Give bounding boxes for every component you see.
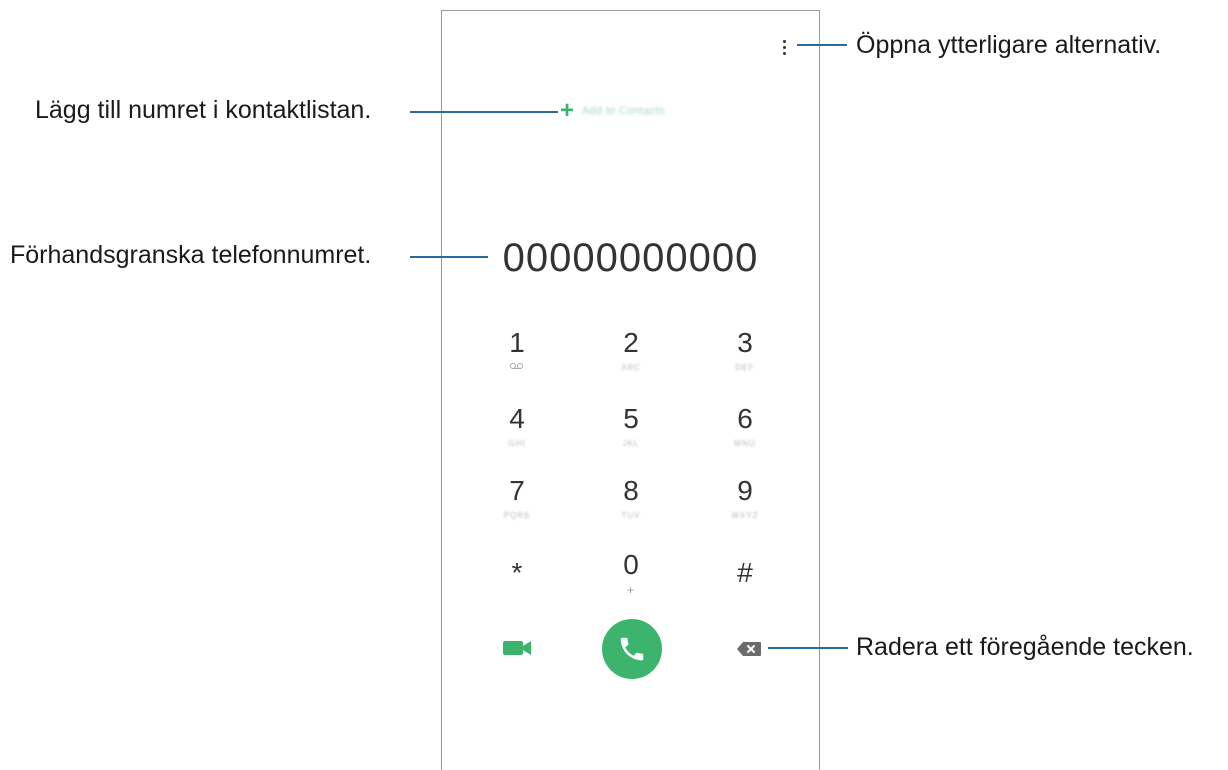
video-call-icon[interactable] (502, 638, 534, 658)
callout-more-options: Öppna ytterligare alternativ. (856, 31, 1162, 59)
key-0[interactable]: 0 + (586, 549, 676, 598)
key-digit: 0 (623, 549, 639, 580)
key-8[interactable]: 8 TUV (586, 477, 676, 521)
callout-delete-char: Radera ett föregående tecken. (856, 633, 1194, 661)
key-digit: 2 (623, 327, 639, 358)
add-to-contacts-label: Add to Contacts (582, 105, 665, 117)
key-letters: WXYZ (731, 511, 759, 520)
key-letters: + (626, 583, 635, 597)
key-star[interactable]: * (472, 559, 562, 587)
backspace-icon[interactable] (736, 641, 762, 657)
key-letters: TUV (621, 511, 641, 520)
callout-add-contact: Lägg till numret i kontaktlistan. (35, 96, 372, 124)
callout-line-add (410, 111, 558, 113)
number-display: 00000000000 (502, 236, 759, 280)
key-9[interactable]: 9 WXYZ (700, 477, 790, 521)
key-letters: ABC (621, 363, 641, 372)
callout-line-preview (410, 256, 488, 258)
key-digit: 1 (509, 327, 525, 358)
key-digit: 7 (509, 475, 525, 506)
key-digit: 9 (737, 475, 753, 506)
plus-icon: + (560, 97, 575, 124)
key-digit: 8 (623, 475, 639, 506)
key-1[interactable]: 1 (472, 329, 562, 375)
key-digit: * (511, 557, 523, 588)
callout-line-more (797, 44, 847, 46)
call-button[interactable] (602, 619, 662, 679)
key-digit: 6 (737, 403, 753, 434)
key-letters: JKL (622, 439, 640, 448)
voicemail-icon (510, 363, 524, 370)
key-letters: PQRS (503, 511, 531, 520)
phone-icon (620, 637, 644, 661)
key-letters: MNO (734, 439, 756, 448)
key-6[interactable]: 6 MNO (700, 405, 790, 449)
key-digit: 4 (509, 403, 525, 434)
key-7[interactable]: 7 PQRS (472, 477, 562, 521)
key-hash[interactable]: # (700, 559, 790, 587)
key-digit: 3 (737, 327, 753, 358)
key-3[interactable]: 3 DEF (700, 329, 790, 373)
key-5[interactable]: 5 JKL (586, 405, 676, 449)
key-letters: GHI (508, 439, 526, 448)
callout-preview-number: Förhandsgranska telefonnumret. (10, 241, 372, 269)
key-2[interactable]: 2 ABC (586, 329, 676, 373)
key-letters: DEF (735, 363, 755, 372)
add-to-contacts-button[interactable]: + Add to Contacts (560, 99, 665, 123)
more-options-icon[interactable] (778, 36, 790, 58)
key-digit: 5 (623, 403, 639, 434)
key-4[interactable]: 4 GHI (472, 405, 562, 449)
callout-line-delete (768, 647, 848, 649)
phone-screen: + Add to Contacts 00000000000 1 2 ABC 3 … (441, 10, 820, 770)
key-digit: # (737, 557, 753, 588)
